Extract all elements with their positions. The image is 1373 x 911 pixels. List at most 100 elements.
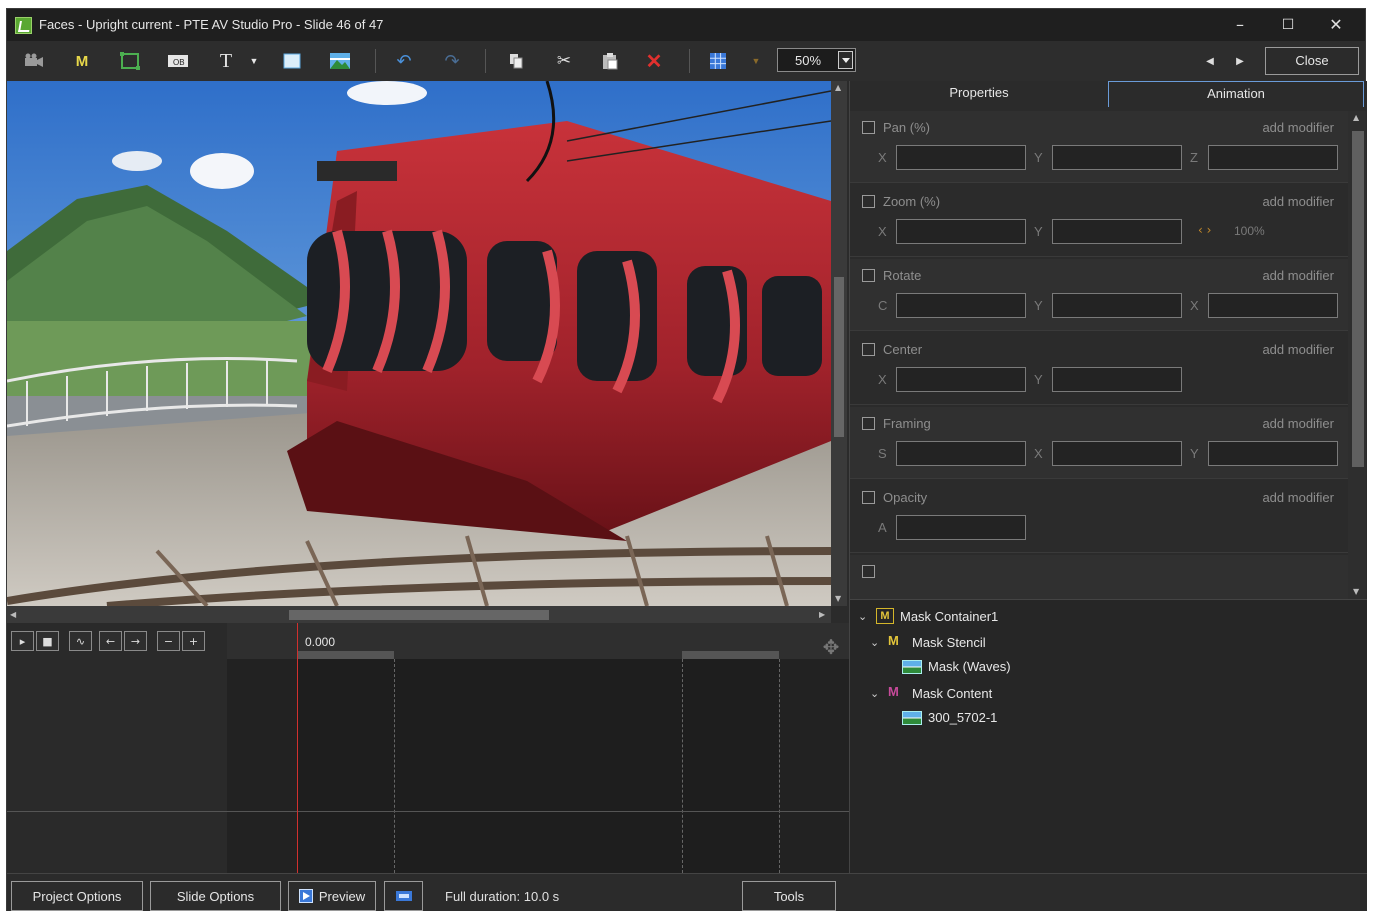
scroll-up-icon[interactable]: ▲ (835, 83, 841, 92)
center-y-field[interactable] (1052, 367, 1182, 392)
cut-icon[interactable]: ✂ (553, 50, 575, 72)
tools-button[interactable]: Tools (742, 881, 836, 911)
partial-checkbox[interactable] (862, 565, 875, 578)
scroll-left-icon[interactable]: ◀ (10, 610, 16, 619)
text-icon[interactable]: T (215, 50, 237, 72)
canvas-horizontal-scrollbar[interactable]: ◀ ▶ (7, 606, 831, 623)
add-modifier-link[interactable]: add modifier (1262, 268, 1334, 283)
grid-icon[interactable] (707, 50, 729, 72)
zoom-select[interactable]: 50% (777, 48, 856, 72)
center-checkbox[interactable] (862, 343, 875, 356)
tree-item-mask-stencil[interactable]: ⌄ M Mask Stencil (870, 633, 986, 651)
tab-properties[interactable]: Properties (850, 81, 1108, 107)
timeline-marker (779, 659, 780, 873)
scrollbar-thumb[interactable] (834, 277, 844, 437)
remove-keyframe-button[interactable]: − (157, 631, 180, 651)
tree-item-label: Mask Content (912, 685, 993, 701)
scroll-down-icon[interactable]: ▼ (835, 594, 841, 603)
opacity-a-field[interactable] (896, 515, 1026, 540)
properties-scrollbar[interactable]: ▲ ▼ (1348, 111, 1366, 599)
move-icon[interactable]: ✥ (815, 635, 847, 663)
chevron-down-icon[interactable]: ⌄ (870, 687, 882, 700)
app-logo-icon (15, 17, 32, 34)
slide-canvas[interactable] (7, 81, 831, 606)
text-dropdown-icon[interactable]: ▼ (243, 50, 265, 72)
timeline-row-divider (7, 811, 849, 812)
mask-m-icon[interactable]: M (71, 50, 93, 72)
panel-tabs: Properties Animation (850, 81, 1367, 107)
scroll-up-icon[interactable]: ▲ (1353, 113, 1359, 122)
image-icon[interactable] (329, 50, 351, 72)
add-modifier-link[interactable]: add modifier (1262, 490, 1334, 505)
scrollbar-thumb[interactable] (289, 610, 549, 620)
maximize-button[interactable]: ☐ (1265, 9, 1311, 41)
grid-dropdown-icon[interactable]: ▼ (745, 50, 767, 72)
zoom-checkbox[interactable] (862, 195, 875, 208)
minimize-button[interactable]: – (1217, 9, 1263, 41)
tree-item-image[interactable]: 300_5702-1 (902, 710, 997, 725)
title-bar: Faces - Upright current - PTE AV Studio … (7, 9, 1365, 41)
redo-icon[interactable]: ↷ (441, 50, 463, 72)
preview-icon (298, 889, 313, 903)
paste-icon[interactable] (599, 50, 621, 72)
screen-button[interactable] (384, 881, 423, 911)
next-slide-icon[interactable]: ▶ (1229, 50, 1251, 72)
zoom-x-field[interactable] (896, 219, 1026, 244)
tree-item-mask-waves[interactable]: Mask (Waves) (902, 659, 1011, 674)
framing-y-field[interactable] (1208, 441, 1338, 466)
tree-item-mask-content[interactable]: ⌄ M Mask Content (870, 684, 992, 702)
link-icon[interactable]: ‹ › (1198, 223, 1211, 237)
frame-icon[interactable] (119, 50, 141, 72)
next-keyframe-button[interactable]: → (124, 631, 147, 651)
pan-x-field[interactable] (896, 145, 1026, 170)
rectangle-icon[interactable] (281, 50, 303, 72)
add-keyframe-button[interactable]: + (182, 631, 205, 651)
delete-icon[interactable]: ✕ (643, 50, 665, 73)
project-options-button[interactable]: Project Options (11, 881, 143, 911)
rotate-x-field[interactable] (1208, 293, 1338, 318)
stop-button[interactable]: ■ (36, 631, 59, 651)
rotate-c-field[interactable] (896, 293, 1026, 318)
camera-icon[interactable] (23, 50, 45, 72)
tab-animation[interactable]: Animation (1108, 81, 1364, 107)
framing-checkbox[interactable] (862, 417, 875, 430)
close-button[interactable]: Close (1265, 47, 1359, 75)
add-modifier-link[interactable]: add modifier (1262, 194, 1334, 209)
undo-icon[interactable]: ↶ (393, 50, 415, 72)
tree-item-mask-container[interactable]: ⌄ M Mask Container1 (858, 608, 998, 624)
keyframe-nav-controls: ← → (99, 631, 147, 651)
chevron-down-icon[interactable]: ⌄ (858, 610, 870, 623)
scrollbar-thumb[interactable] (1352, 131, 1364, 467)
rotate-checkbox[interactable] (862, 269, 875, 282)
waveform-button[interactable]: ∿ (69, 631, 92, 651)
chevron-down-icon[interactable] (838, 51, 853, 69)
opacity-checkbox[interactable] (862, 491, 875, 504)
timeline-playhead[interactable] (297, 623, 298, 873)
framing-s-field[interactable] (896, 441, 1026, 466)
add-modifier-link[interactable]: add modifier (1262, 342, 1334, 357)
scroll-down-icon[interactable]: ▼ (1353, 587, 1359, 596)
timeline-track[interactable] (297, 659, 779, 873)
previous-slide-icon[interactable]: ◀ (1199, 50, 1221, 72)
property-label: Pan (%) (883, 120, 930, 135)
close-window-button[interactable]: ✕ (1313, 9, 1359, 41)
canvas-vertical-scrollbar[interactable]: ▲ ▼ (831, 81, 847, 606)
play-button[interactable]: ▸ (11, 631, 34, 651)
chevron-down-icon[interactable]: ⌄ (870, 636, 882, 649)
pan-y-field[interactable] (1052, 145, 1182, 170)
pan-z-field[interactable] (1208, 145, 1338, 170)
scroll-right-icon[interactable]: ▶ (819, 610, 825, 619)
prev-keyframe-button[interactable]: ← (99, 631, 122, 651)
timeline-ruler[interactable]: 0.000 (227, 623, 849, 659)
preview-button[interactable]: Preview (288, 881, 376, 911)
copy-icon[interactable] (505, 50, 527, 72)
pan-checkbox[interactable] (862, 121, 875, 134)
slide-options-button[interactable]: Slide Options (150, 881, 281, 911)
add-modifier-link[interactable]: add modifier (1262, 416, 1334, 431)
framing-x-field[interactable] (1052, 441, 1182, 466)
zoom-y-field[interactable] (1052, 219, 1182, 244)
add-modifier-link[interactable]: add modifier (1262, 120, 1334, 135)
rotate-y-field[interactable] (1052, 293, 1182, 318)
center-x-field[interactable] (896, 367, 1026, 392)
text-frame-icon[interactable]: OB (167, 50, 189, 72)
